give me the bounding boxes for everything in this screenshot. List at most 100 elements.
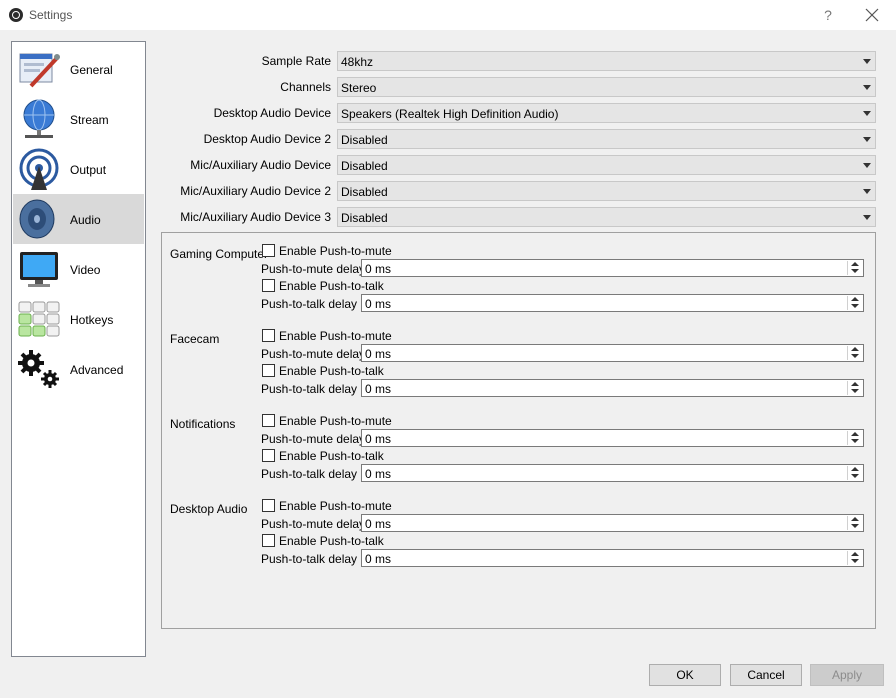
push-to-mute-delay-input[interactable]: 0 ms: [361, 514, 864, 532]
push-to-talk-label: Enable Push-to-talk: [279, 279, 384, 293]
hotkeys-icon: [18, 301, 60, 337]
sidebar-item-video[interactable]: Video: [13, 244, 144, 294]
desktop-audio-device-2-label: Desktop Audio Device 2: [203, 132, 331, 146]
output-icon: [19, 148, 59, 190]
push-to-mute-checkbox[interactable]: [262, 329, 275, 342]
close-icon: [865, 8, 879, 22]
apply-button[interactable]: Apply: [810, 664, 884, 686]
chevron-down-icon: [851, 304, 859, 308]
push-to-talk-delay-input[interactable]: 0 ms: [361, 379, 864, 397]
push-to-mute-checkbox[interactable]: [262, 499, 275, 512]
sidebar-item-stream[interactable]: Stream: [13, 94, 144, 144]
sidebar-item-audio[interactable]: Audio: [13, 194, 144, 244]
sidebar-item-label: Hotkeys: [70, 313, 114, 327]
source-name: Facecam: [170, 332, 220, 346]
push-to-talk-label: Enable Push-to-talk: [279, 534, 384, 548]
push-to-talk-delay-input[interactable]: 0 ms: [361, 464, 864, 482]
ok-button[interactable]: OK: [649, 664, 721, 686]
select-value: Disabled: [341, 159, 388, 173]
close-button[interactable]: [862, 5, 882, 25]
chevron-down-icon: [851, 389, 859, 393]
push-to-mute-label: Enable Push-to-mute: [279, 244, 392, 258]
push-to-talk-label: Enable Push-to-talk: [279, 449, 384, 463]
obs-logo-icon: [9, 8, 23, 22]
sidebar-item-general[interactable]: General: [13, 44, 144, 94]
help-button[interactable]: ?: [818, 5, 838, 25]
push-to-talk-checkbox[interactable]: [262, 279, 275, 292]
spin-buttons[interactable]: [847, 296, 862, 310]
select-value: Disabled: [341, 133, 388, 147]
push-to-mute-label: Enable Push-to-mute: [279, 414, 392, 428]
chevron-down-icon: [863, 85, 871, 90]
push-to-mute-delay-label: Push-to-mute delay: [261, 517, 366, 531]
sidebar-item-output[interactable]: Output: [13, 144, 144, 194]
sample-rate-label: Sample Rate: [261, 54, 331, 68]
chevron-down-icon: [863, 189, 871, 194]
push-to-mute-label: Enable Push-to-mute: [279, 499, 392, 513]
spin-buttons[interactable]: [847, 516, 862, 530]
desktop-audio-device-label: Desktop Audio Device: [213, 106, 331, 120]
mic-aux-device-3-label: Mic/Auxiliary Audio Device 3: [180, 210, 331, 224]
select-value: Stereo: [341, 81, 377, 95]
chevron-down-icon: [851, 269, 859, 273]
chevron-down-icon: [863, 59, 871, 64]
mic-aux-device-select[interactable]: Disabled: [337, 155, 876, 175]
chevron-up-icon: [851, 432, 859, 436]
spin-buttons[interactable]: [847, 381, 862, 395]
sidebar-item-label: Audio: [70, 213, 101, 227]
push-to-mute-delay-input[interactable]: 0 ms: [361, 344, 864, 362]
sidebar-item-label: Output: [70, 163, 107, 177]
push-to-talk-checkbox[interactable]: [262, 534, 275, 547]
chevron-down-icon: [851, 524, 859, 528]
chevron-up-icon: [851, 382, 859, 386]
mic-aux-device-label: Mic/Auxiliary Audio Device: [190, 158, 331, 172]
chevron-down-icon: [851, 474, 859, 478]
spin-value: 0 ms: [365, 347, 392, 361]
spin-buttons[interactable]: [847, 261, 862, 275]
push-to-mute-label: Enable Push-to-mute: [279, 329, 392, 343]
sidebar-item-label: Advanced: [70, 363, 124, 377]
channels-select[interactable]: Stereo: [337, 77, 876, 97]
push-to-mute-checkbox[interactable]: [262, 244, 275, 257]
push-to-talk-delay-input[interactable]: 0 ms: [361, 294, 864, 312]
push-to-mute-delay-input[interactable]: 0 ms: [361, 259, 864, 277]
stream-icon: [23, 99, 55, 138]
chevron-down-icon: [851, 559, 859, 563]
sidebar-item-advanced[interactable]: Advanced: [13, 344, 144, 394]
spin-buttons[interactable]: [847, 466, 862, 480]
push-to-talk-delay-input[interactable]: 0 ms: [361, 549, 864, 567]
sidebar-item-hotkeys[interactable]: Hotkeys: [13, 294, 144, 344]
push-to-mute-delay-label: Push-to-mute delay: [261, 347, 366, 361]
audio-icon: [19, 199, 55, 239]
mic-aux-device-3-select[interactable]: Disabled: [337, 207, 876, 227]
push-to-talk-checkbox[interactable]: [262, 449, 275, 462]
chevron-up-icon: [851, 467, 859, 471]
cancel-button[interactable]: Cancel: [730, 664, 802, 686]
push-to-mute-delay-input[interactable]: 0 ms: [361, 429, 864, 447]
source-name: Gaming Computer: [170, 247, 269, 261]
title-bar: Settings ?: [0, 0, 896, 30]
spin-buttons[interactable]: [847, 551, 862, 565]
desktop-audio-device-select[interactable]: Speakers (Realtek High Definition Audio): [337, 103, 876, 123]
sample-rate-select[interactable]: 48khz: [337, 51, 876, 71]
desktop-audio-device-2-select[interactable]: Disabled: [337, 129, 876, 149]
chevron-down-icon: [851, 354, 859, 358]
source-name: Notifications: [170, 417, 236, 431]
mic-aux-device-2-select[interactable]: Disabled: [337, 181, 876, 201]
push-to-mute-delay-label: Push-to-mute delay: [261, 432, 366, 446]
chevron-up-icon: [851, 297, 859, 301]
mic-aux-device-2-label: Mic/Auxiliary Audio Device 2: [180, 184, 331, 198]
push-to-talk-checkbox[interactable]: [262, 364, 275, 377]
chevron-down-icon: [863, 163, 871, 168]
push-to-talk-label: Enable Push-to-talk: [279, 364, 384, 378]
video-icon: [20, 252, 58, 287]
chevron-down-icon: [863, 215, 871, 220]
chevron-down-icon: [851, 439, 859, 443]
select-value: 48khz: [341, 55, 374, 69]
chevron-up-icon: [851, 347, 859, 351]
window-title: Settings: [29, 8, 73, 22]
spin-buttons[interactable]: [847, 346, 862, 360]
push-to-mute-checkbox[interactable]: [262, 414, 275, 427]
spin-buttons[interactable]: [847, 431, 862, 445]
push-to-mute-delay-label: Push-to-mute delay: [261, 262, 366, 276]
